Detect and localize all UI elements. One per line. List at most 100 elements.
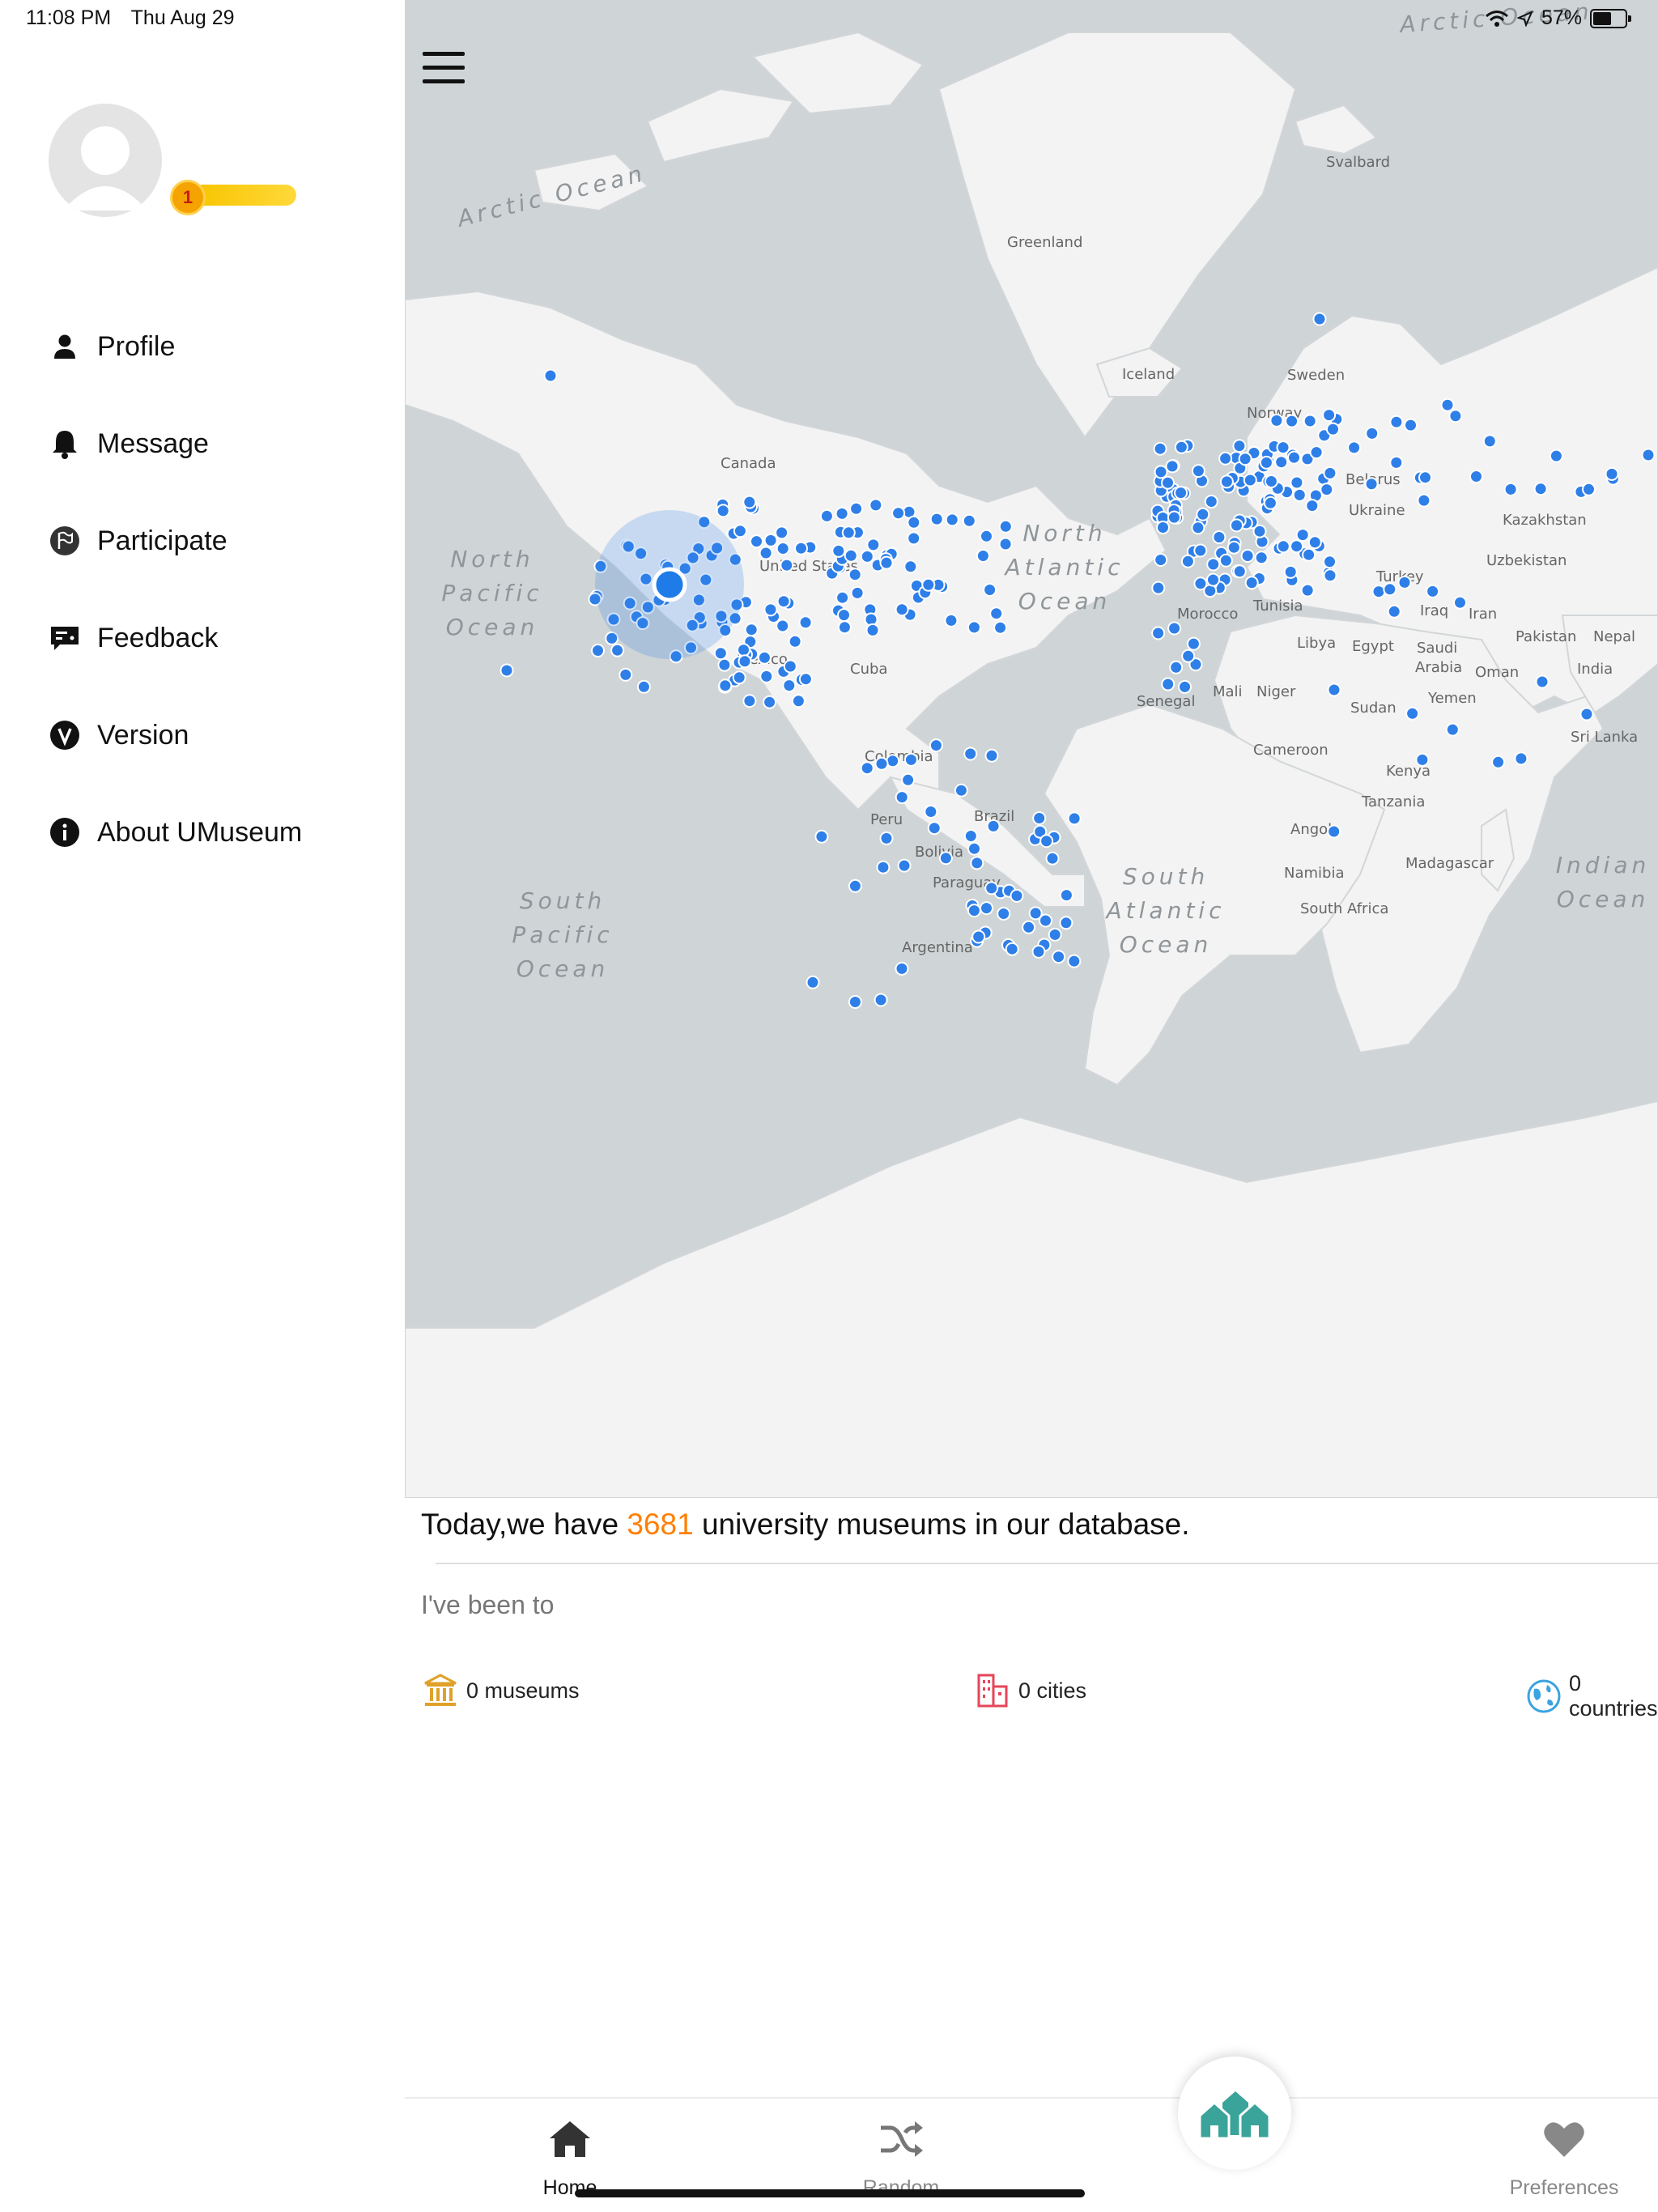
museum-marker[interactable]: [1153, 441, 1167, 456]
museum-marker[interactable]: [610, 643, 625, 657]
museum-marker[interactable]: [1323, 568, 1337, 583]
museum-marker[interactable]: [895, 790, 909, 805]
museum-marker[interactable]: [1156, 521, 1170, 534]
museum-marker[interactable]: [1582, 482, 1596, 496]
museum-marker[interactable]: [1059, 916, 1073, 930]
museum-marker[interactable]: [1383, 582, 1397, 597]
museum-marker[interactable]: [850, 585, 865, 600]
museum-marker[interactable]: [1252, 524, 1267, 538]
museum-marker[interactable]: [1387, 604, 1401, 619]
museum-marker[interactable]: [967, 904, 981, 918]
museum-marker[interactable]: [1181, 649, 1196, 663]
museum-marker[interactable]: [1193, 543, 1208, 558]
museum-marker[interactable]: [1154, 465, 1168, 479]
museum-marker[interactable]: [848, 568, 862, 582]
museum-marker[interactable]: [1178, 679, 1192, 694]
museum-marker[interactable]: [998, 537, 1013, 551]
museum-marker[interactable]: [759, 546, 773, 560]
museum-marker[interactable]: [1218, 553, 1233, 568]
museum-marker[interactable]: [1218, 451, 1233, 466]
museum-marker[interactable]: [1295, 528, 1310, 542]
museum-marker[interactable]: [1010, 888, 1024, 903]
museum-marker[interactable]: [1212, 530, 1226, 544]
museum-marker[interactable]: [819, 508, 834, 523]
menu-item-message[interactable]: Message: [47, 395, 387, 492]
center-home-fab[interactable]: [1178, 2057, 1291, 2170]
museum-marker[interactable]: [984, 881, 999, 895]
museum-marker[interactable]: [718, 678, 733, 693]
museum-marker[interactable]: [989, 606, 1004, 621]
museum-marker[interactable]: [1167, 510, 1181, 525]
museum-marker[interactable]: [1285, 414, 1299, 428]
museum-marker[interactable]: [967, 620, 981, 635]
museum-marker[interactable]: [841, 525, 856, 540]
museum-marker[interactable]: [1491, 755, 1506, 769]
museum-marker[interactable]: [1180, 554, 1195, 568]
museum-marker[interactable]: [1151, 626, 1166, 640]
avatar[interactable]: [49, 104, 162, 217]
museum-marker[interactable]: [742, 495, 757, 509]
museum-marker[interactable]: [1232, 439, 1247, 453]
museum-marker[interactable]: [713, 646, 728, 661]
museum-marker[interactable]: [780, 558, 794, 572]
museum-marker[interactable]: [1445, 722, 1460, 737]
museum-marker[interactable]: [1309, 445, 1324, 460]
museum-marker[interactable]: [737, 643, 750, 657]
museum-marker[interactable]: [1232, 564, 1247, 579]
museum-marker[interactable]: [1307, 535, 1322, 550]
museum-marker[interactable]: [717, 657, 732, 672]
museum-marker[interactable]: [1022, 920, 1036, 934]
menu-item-profile[interactable]: Profile: [47, 298, 387, 395]
museum-marker[interactable]: [1204, 495, 1218, 508]
museum-marker[interactable]: [962, 513, 976, 528]
museum-marker[interactable]: [907, 515, 921, 530]
museum-marker[interactable]: [742, 694, 757, 708]
museum-marker[interactable]: [879, 831, 894, 845]
museum-marker[interactable]: [794, 541, 808, 555]
museum-marker[interactable]: [1292, 487, 1307, 502]
museum-marker[interactable]: [1371, 585, 1386, 599]
cities-counter[interactable]: 0 cities: [973, 1671, 1086, 1710]
museum-marker[interactable]: [1167, 621, 1182, 636]
museum-marker[interactable]: [879, 555, 894, 570]
museum-marker[interactable]: [1269, 413, 1284, 428]
museum-marker[interactable]: [954, 783, 968, 798]
museum-marker[interactable]: [1312, 312, 1327, 326]
museum-marker[interactable]: [929, 738, 943, 753]
museum-marker[interactable]: [1263, 496, 1278, 510]
museum-marker[interactable]: [1605, 466, 1619, 481]
museum-marker[interactable]: [1415, 752, 1430, 767]
museum-marker[interactable]: [750, 534, 763, 549]
museum-marker[interactable]: [848, 995, 862, 1009]
museum-marker[interactable]: [874, 993, 888, 1007]
museum-marker[interactable]: [1389, 415, 1404, 429]
museum-marker[interactable]: [636, 679, 651, 694]
museum-marker[interactable]: [945, 513, 959, 527]
museum-marker[interactable]: [782, 678, 797, 693]
museum-marker[interactable]: [1045, 851, 1060, 866]
museum-marker[interactable]: [759, 669, 774, 683]
museum-marker[interactable]: [1032, 811, 1047, 825]
museum-marker[interactable]: [1579, 707, 1594, 721]
museum-marker[interactable]: [1052, 950, 1066, 964]
museum-marker[interactable]: [924, 805, 938, 819]
museum-marker[interactable]: [1405, 706, 1420, 721]
museum-marker[interactable]: [986, 819, 1001, 833]
museum-marker[interactable]: [1327, 683, 1341, 697]
museum-marker[interactable]: [837, 620, 852, 635]
museum-marker[interactable]: [1191, 464, 1205, 479]
museum-marker[interactable]: [1323, 555, 1337, 569]
museum-marker[interactable]: [1389, 455, 1404, 470]
museum-marker[interactable]: [1418, 470, 1432, 485]
world-map[interactable]: Arctic Ocean Arctic Ocean North Pacific …: [405, 0, 1658, 1498]
museum-marker[interactable]: [1482, 434, 1497, 449]
museum-marker[interactable]: [1290, 539, 1304, 554]
museum-marker[interactable]: [1243, 473, 1257, 487]
museum-marker[interactable]: [907, 531, 921, 546]
museum-marker[interactable]: [970, 856, 984, 870]
museum-marker[interactable]: [860, 549, 874, 564]
museum-marker[interactable]: [1031, 944, 1046, 959]
museum-marker[interactable]: [776, 542, 790, 555]
museum-marker[interactable]: [886, 754, 900, 768]
museum-marker[interactable]: [835, 506, 849, 521]
